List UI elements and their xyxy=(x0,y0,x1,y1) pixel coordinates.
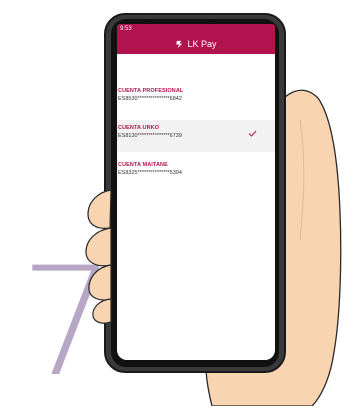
finger-3 xyxy=(88,264,112,301)
illustration-scene: 7 9:53 LK Pay CUENTA PROFESIONAL ES8530*… xyxy=(0,0,350,406)
fingers-overlay xyxy=(85,189,112,324)
finger-2 xyxy=(85,227,112,267)
finger-4 xyxy=(92,298,112,324)
finger-1 xyxy=(87,189,112,229)
